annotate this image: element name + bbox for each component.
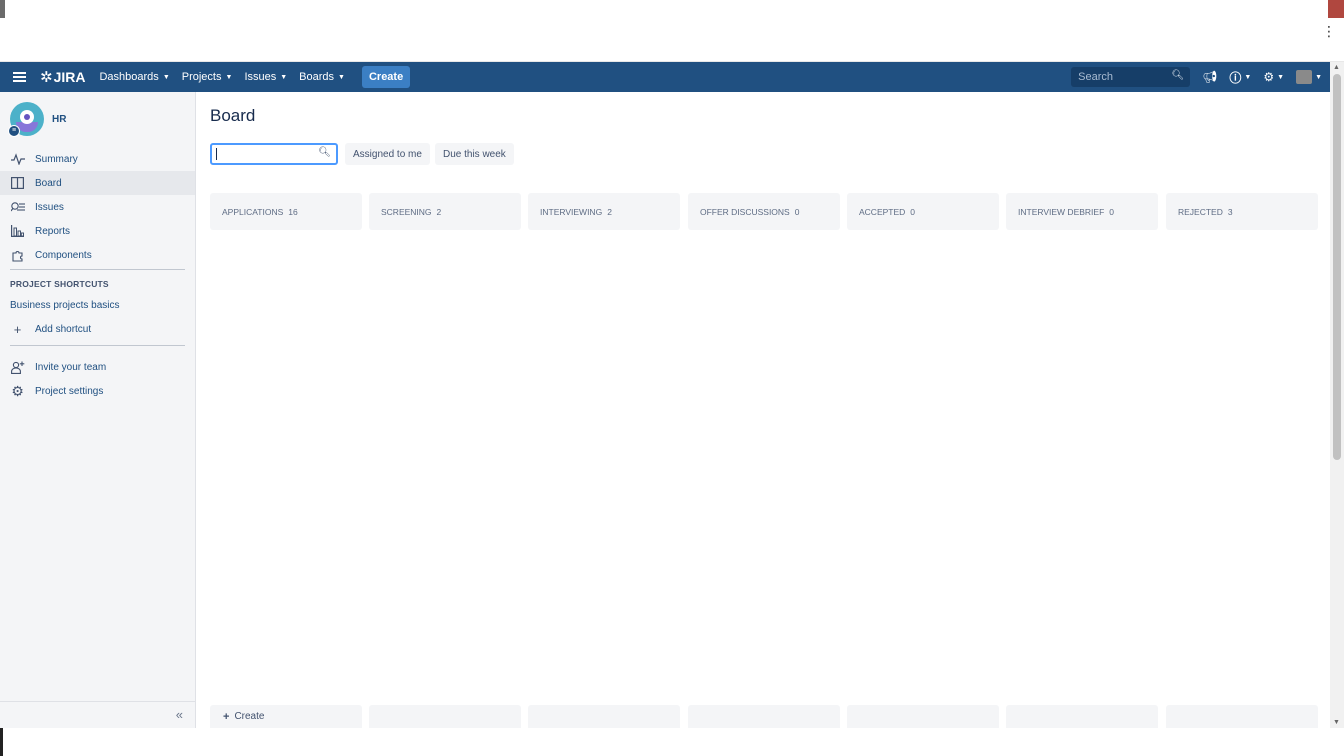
add-shortcut-button[interactable]: + Add shortcut <box>0 317 195 341</box>
page-title: Board <box>210 106 256 125</box>
nav-dashboards[interactable]: Dashboards ▼ <box>99 71 169 83</box>
scroll-down-icon[interactable]: ▼ <box>1333 719 1340 726</box>
browser-extension-icon[interactable] <box>1328 0 1344 18</box>
search-icon: 🔍︎ <box>318 147 331 158</box>
caret-down-icon: ▼ <box>1315 73 1322 81</box>
column-footer <box>1006 705 1158 728</box>
plus-icon: + <box>223 710 230 723</box>
search-icon: 🔍︎ <box>1171 70 1185 81</box>
column-count: 16 <box>288 206 298 217</box>
project-avatar: ≡ <box>8 102 44 137</box>
column-header-interviewing: INTERVIEWING 2 <box>528 193 680 230</box>
announcement-button[interactable]: 📢︎ <box>1202 70 1217 84</box>
shortcuts-section-title: PROJECT SHORTCUTS <box>10 279 109 289</box>
add-user-icon <box>0 361 35 374</box>
nav-boards[interactable]: Boards ▼ <box>299 71 345 83</box>
jira-mark-icon: ✲ <box>40 69 53 86</box>
project-name: HR <box>52 113 67 125</box>
column-count: 0 <box>794 206 800 217</box>
caret-down-icon: ▼ <box>1244 73 1252 81</box>
browser-edge <box>0 728 3 756</box>
invite-team-button[interactable]: Invite your team <box>0 355 195 379</box>
scroll-up-icon[interactable]: ▲ <box>1333 64 1340 71</box>
column-footer <box>688 705 840 728</box>
gear-icon: ⚙ <box>11 382 24 399</box>
browser-edge <box>0 0 5 18</box>
shortcut-business-projects-basics[interactable]: Business projects basics <box>10 300 120 311</box>
board-icon <box>0 177 35 189</box>
column-header-screening: SCREENING 2 <box>369 193 521 230</box>
column-header-accepted: ACCEPTED 0 <box>847 193 999 230</box>
column-count: 0 <box>910 206 916 217</box>
sidebar-item-components[interactable]: Components <box>0 243 195 267</box>
sidebar-item-reports[interactable]: Reports <box>0 219 195 243</box>
sidebar-collapse-bar: « <box>0 701 195 728</box>
gear-icon: ⚙ <box>1263 70 1275 84</box>
browser-bottom-area <box>0 728 1344 756</box>
project-settings-button[interactable]: ⚙ Project settings <box>0 379 195 403</box>
column-count: 0 <box>1109 206 1115 217</box>
caret-down-icon: ▼ <box>225 73 233 81</box>
column-header-interview-debrief: INTERVIEW DEBRIEF 0 <box>1006 193 1158 230</box>
project-header[interactable]: ≡ HR <box>8 102 67 137</box>
project-type-icon: ≡ <box>8 125 20 137</box>
menu-button[interactable] <box>0 62 38 92</box>
reports-icon <box>0 225 35 237</box>
project-sidebar: ≡ HR Summary Board Issues Reports Compon… <box>0 92 196 728</box>
megaphone-icon: 📢︎ <box>1202 70 1218 84</box>
user-avatar <box>1296 70 1313 84</box>
collapse-sidebar-icon[interactable]: « <box>176 707 183 722</box>
column-footer <box>847 705 999 728</box>
sidebar-item-issues[interactable]: Issues <box>0 195 195 219</box>
column-count: 3 <box>1227 206 1233 217</box>
browser-menu-icon[interactable]: ⋮ <box>1322 24 1336 38</box>
search-input[interactable]: Search 🔍︎ <box>1071 67 1191 87</box>
scrollbar-thumb[interactable] <box>1333 74 1341 460</box>
column-header-applications: APPLICATIONS 16 <box>210 193 362 230</box>
page-scrollbar[interactable]: ▲ ▼ <box>1330 62 1344 728</box>
admin-menu-button[interactable]: ⚙ ▼ <box>1263 70 1284 84</box>
hamburger-icon <box>12 72 26 82</box>
components-icon <box>0 249 35 262</box>
caret-down-icon: ▼ <box>1277 73 1285 81</box>
quick-filter-due-this-week[interactable]: Due this week <box>435 143 514 165</box>
browser-top-area: ⋮ <box>0 0 1344 62</box>
column-footer <box>1166 705 1318 728</box>
nav-issues[interactable]: Issues ▼ <box>244 71 287 83</box>
jira-logo[interactable]: ✲ JIRA <box>40 68 85 86</box>
caret-down-icon: ▼ <box>162 73 170 81</box>
sidebar-divider <box>10 269 185 270</box>
plus-icon: + <box>13 321 22 337</box>
caret-down-icon: ▼ <box>280 73 288 81</box>
column-footer <box>369 705 521 728</box>
sidebar-divider <box>10 345 185 346</box>
sidebar-item-board[interactable]: Board <box>0 171 195 195</box>
nav-projects[interactable]: Projects ▼ <box>182 71 233 83</box>
board-search-input[interactable]: 🔍︎ <box>210 143 338 165</box>
activity-icon <box>0 153 35 165</box>
column-create-button[interactable]: + Create <box>210 705 362 728</box>
sidebar-item-summary[interactable]: Summary <box>0 147 195 171</box>
column-footer <box>528 705 680 728</box>
column-count: 2 <box>607 206 612 217</box>
caret-down-icon: ▼ <box>338 73 345 81</box>
column-count: 2 <box>436 206 442 217</box>
issues-icon <box>0 201 35 213</box>
help-icon: ⓘ <box>1229 70 1242 85</box>
top-navigation: ✲ JIRA Dashboards ▼ Projects ▼ Issues ▼ Boa… <box>0 62 1344 92</box>
profile-menu-button[interactable]: ▼ <box>1296 70 1322 84</box>
text-cursor <box>216 148 217 160</box>
column-header-rejected: REJECTED 3 <box>1166 193 1318 230</box>
help-menu-button[interactable]: ⓘ ▼ <box>1229 69 1251 86</box>
column-header-offer-discussions: OFFER DISCUSSIONS 0 <box>688 193 840 230</box>
create-button[interactable]: Create <box>361 66 411 88</box>
quick-filter-assigned-to-me[interactable]: Assigned to me <box>345 143 430 165</box>
